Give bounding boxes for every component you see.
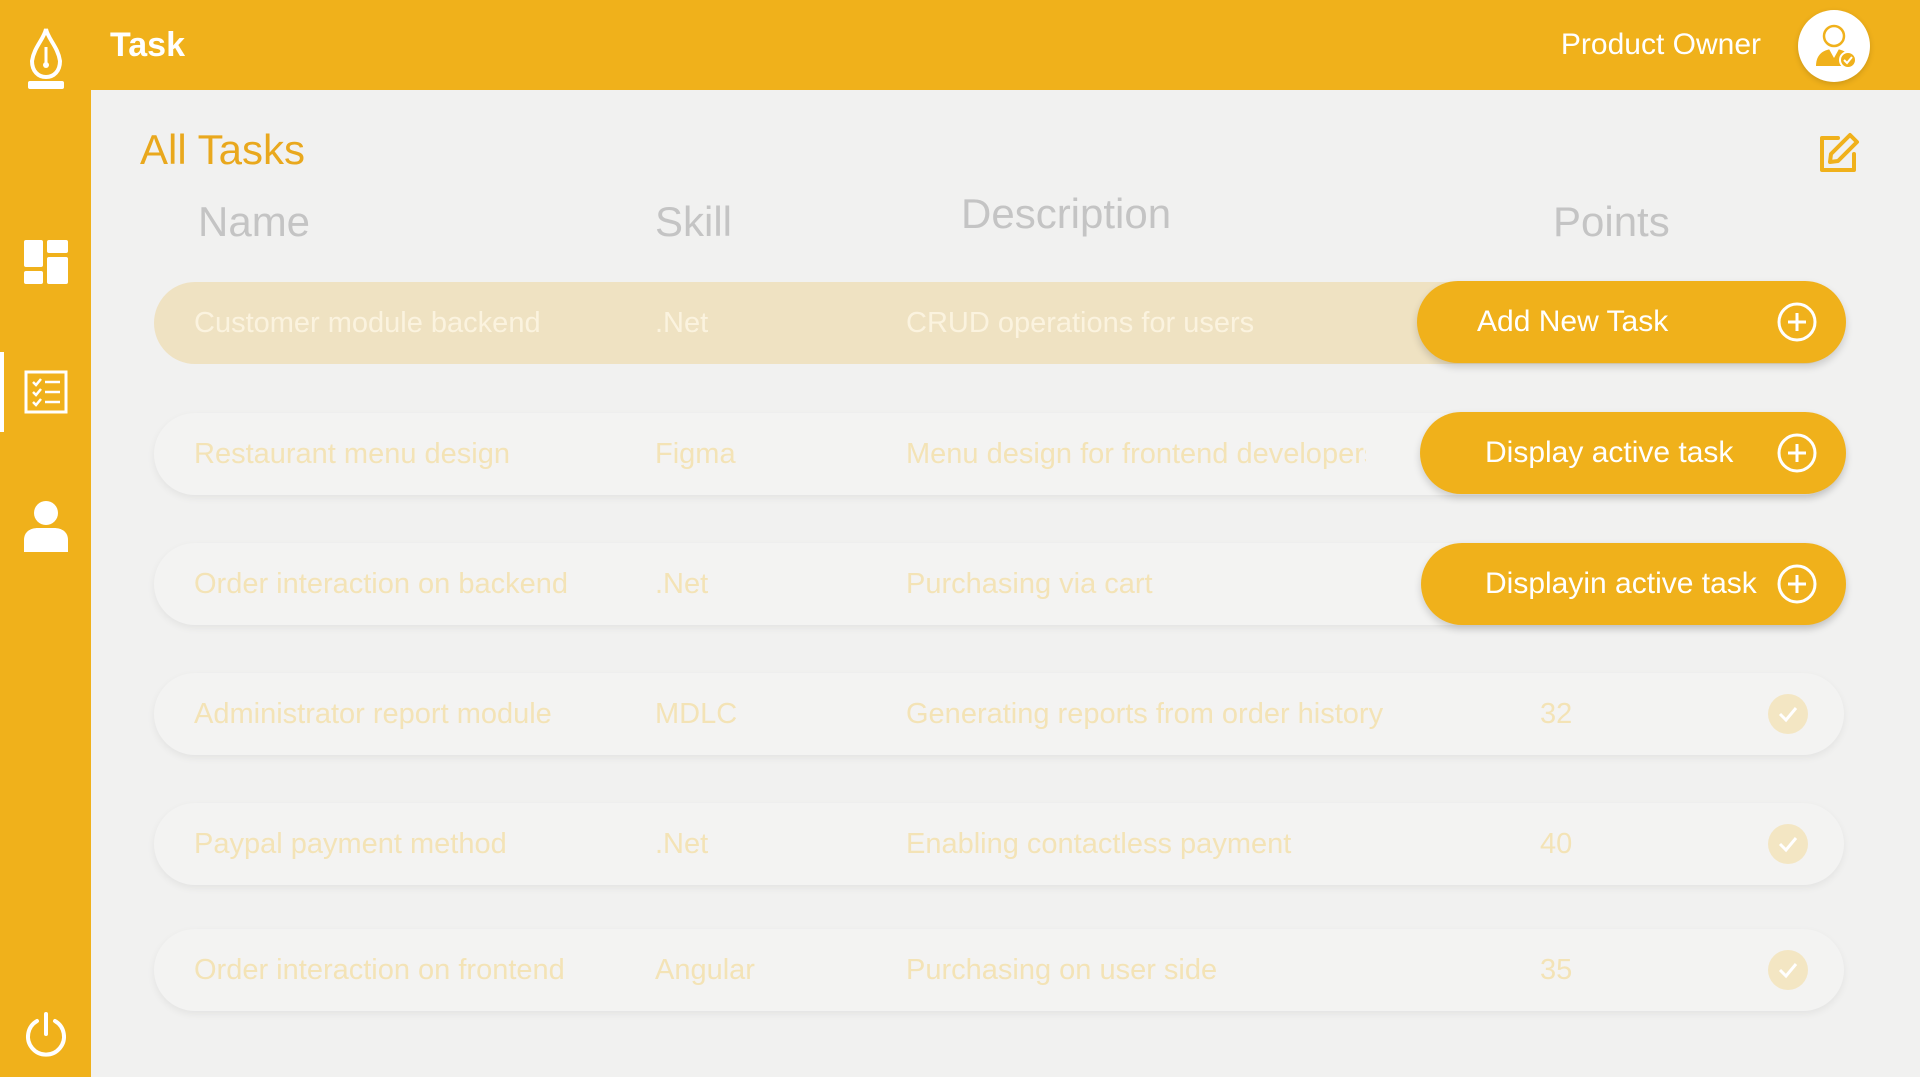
task-points: 40: [1540, 828, 1573, 860]
header-title: Task: [110, 26, 185, 64]
display-active-task-label: Display active task: [1485, 436, 1734, 469]
complete-toggle[interactable]: [1768, 950, 1808, 990]
task-description: Menu design for frontend developers: [906, 438, 1366, 470]
task-description: Purchasing on user side: [906, 954, 1218, 986]
add-new-task-button[interactable]: Add New Task: [1417, 281, 1846, 363]
displayin-active-task-button[interactable]: Displayin active task: [1421, 543, 1846, 625]
task-name: Administrator report module: [194, 698, 552, 730]
task-description: Generating reports from order history: [906, 698, 1384, 730]
sidebar-logo[interactable]: [0, 20, 91, 100]
app-root: Task Product Owner All Tasks Name Skill …: [0, 0, 1920, 1077]
user-verified-icon: [1816, 24, 1857, 69]
task-skill: MDLC: [655, 698, 738, 730]
check-icon: [1778, 837, 1798, 853]
complete-toggle[interactable]: [1768, 824, 1808, 864]
edit-button[interactable]: [1816, 132, 1860, 176]
edit-icon: [1820, 133, 1859, 172]
task-name: Restaurant menu design: [194, 438, 510, 470]
task-skill: .Net: [655, 307, 709, 339]
task-description: Enabling contactless payment: [906, 828, 1292, 860]
column-header-name: Name: [198, 198, 311, 245]
power-icon: [25, 1012, 66, 1057]
plus-circle-icon: [1777, 564, 1817, 604]
displayin-active-task-label: Displayin active task: [1485, 567, 1757, 600]
table-row[interactable]: Administrator report module MDLC Generat…: [154, 673, 1844, 755]
column-header-points: Points: [1553, 198, 1670, 245]
avatar[interactable]: [1798, 10, 1870, 82]
task-name: Customer module backend: [194, 307, 541, 339]
task-skill: Figma: [655, 438, 736, 470]
plus-circle-icon: [1777, 302, 1817, 342]
display-active-task-button[interactable]: Display active task: [1420, 412, 1846, 494]
user-role: Product Owner: [1560, 28, 1761, 61]
check-icon: [1778, 963, 1798, 979]
task-name: Paypal payment method: [194, 828, 507, 860]
column-header-skill: Skill: [655, 198, 733, 245]
sidebar: [0, 0, 91, 1077]
complete-toggle[interactable]: [1768, 694, 1808, 734]
task-points: 32: [1540, 698, 1573, 730]
table-row[interactable]: Order interaction on frontend Angular Pu…: [154, 929, 1844, 1011]
sidebar-item-dashboard[interactable]: [0, 222, 91, 302]
task-list-icon: [24, 370, 67, 414]
column-header-description: Description: [961, 190, 1172, 237]
task-name: Order interaction on frontend: [194, 954, 565, 986]
user-icon: [23, 501, 68, 552]
main-content: All Tasks Name Skill Description Points …: [91, 90, 1920, 1077]
task-description: CRUD operations for users: [906, 307, 1255, 339]
sidebar-item-users[interactable]: [0, 486, 91, 566]
dashboard-icon: [23, 240, 68, 284]
table-row[interactable]: Paypal payment method .Net Enabling cont…: [154, 803, 1844, 885]
task-name: Order interaction on backend: [194, 568, 568, 600]
task-skill: Angular: [655, 954, 755, 986]
plus-circle-icon: [1777, 433, 1817, 473]
add-new-task-label: Add New Task: [1477, 305, 1669, 338]
task-description: Purchasing via cart: [906, 568, 1153, 600]
task-points: 35: [1540, 954, 1573, 986]
sidebar-logout[interactable]: [0, 995, 91, 1075]
page-title: All Tasks: [140, 126, 305, 173]
task-skill: .Net: [655, 828, 709, 860]
check-icon: [1778, 707, 1798, 723]
top-bar: Task Product Owner: [0, 0, 1920, 90]
pen-logo-icon: [27, 28, 64, 89]
task-skill: .Net: [655, 568, 709, 600]
sidebar-item-tasks[interactable]: [0, 352, 91, 432]
